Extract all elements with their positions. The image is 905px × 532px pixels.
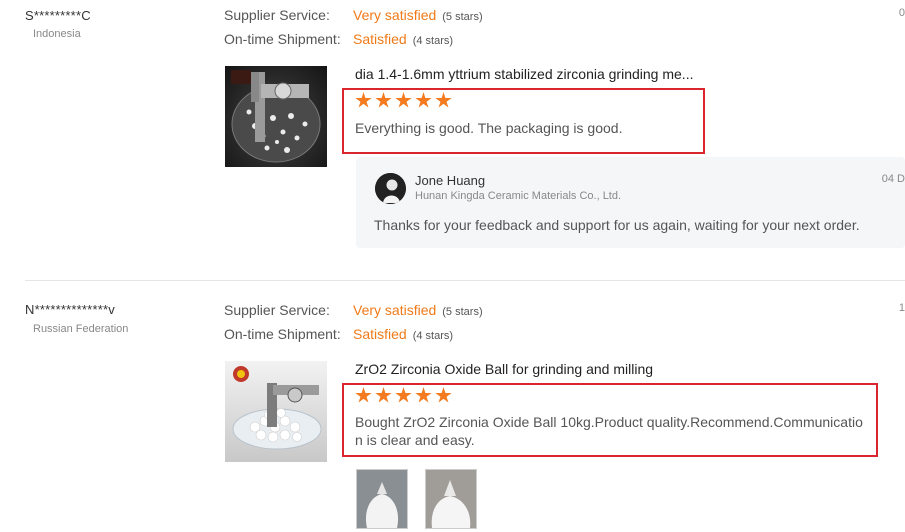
ontime-shipment-stars: (4 stars) bbox=[412, 35, 454, 47]
star-icon bbox=[355, 92, 372, 108]
supplier-service-rating: Very satisfied (5 stars) bbox=[353, 7, 483, 23]
supplier-service-label: Supplier Service: bbox=[224, 7, 330, 23]
product-title-link[interactable]: dia 1.4-1.6mm yttrium stabilized zirconi… bbox=[355, 66, 693, 82]
review-date: 0 bbox=[898, 7, 905, 19]
supplier-service-stars: (5 stars) bbox=[442, 306, 483, 318]
star-icon bbox=[435, 387, 452, 403]
product-title-link[interactable]: ZrO2 Zirconia Oxide Ball for grinding an… bbox=[355, 361, 653, 377]
buyer-country: Indonesia bbox=[33, 28, 81, 40]
star-icon bbox=[395, 92, 412, 108]
ontime-shipment-value: Satisfied bbox=[353, 31, 407, 47]
star-icon bbox=[415, 387, 432, 403]
product-image-zirconia-beads bbox=[231, 70, 321, 163]
supplier-service-value: Very satisfied bbox=[353, 7, 437, 23]
review-item: S*********C Indonesia Supplier Service: … bbox=[0, 0, 905, 280]
ontime-shipment-rating: Satisfied (4 stars) bbox=[353, 31, 453, 47]
reply-author-name: Jone Huang bbox=[415, 173, 486, 188]
avatar-image bbox=[375, 173, 406, 204]
review-photo[interactable] bbox=[425, 469, 477, 529]
buyer-name: N**************v bbox=[25, 302, 115, 317]
review-text: Everything is good. The packaging is goo… bbox=[355, 120, 623, 136]
supplier-service-stars: (5 stars) bbox=[442, 11, 483, 23]
review-star-rating bbox=[355, 92, 452, 109]
review-text-line: Bought ZrO2 Zirconia Oxide Ball 10kg.Pro… bbox=[355, 414, 863, 430]
star-icon bbox=[375, 92, 392, 108]
review-photo-image bbox=[426, 470, 476, 528]
ontime-shipment-value: Satisfied bbox=[353, 326, 407, 342]
star-icon bbox=[355, 387, 372, 403]
ontime-shipment-label: On-time Shipment: bbox=[224, 326, 341, 342]
supplier-service-value: Very satisfied bbox=[353, 302, 437, 318]
buyer-name: S*********C bbox=[25, 8, 91, 23]
reply-company: Hunan Kingda Ceramic Materials Co., Ltd. bbox=[415, 190, 622, 202]
ontime-shipment-label: On-time Shipment: bbox=[224, 31, 341, 47]
buyer-country: Russian Federation bbox=[33, 323, 129, 335]
review-star-rating bbox=[355, 387, 452, 404]
supplier-service-label: Supplier Service: bbox=[224, 302, 330, 318]
review-text: Bought ZrO2 Zirconia Oxide Ball 10kg.Pro… bbox=[355, 413, 863, 449]
star-icon bbox=[415, 92, 432, 108]
product-thumbnail[interactable] bbox=[225, 361, 327, 462]
review-photo-image bbox=[357, 470, 407, 528]
product-image-zirconia-balls bbox=[232, 366, 322, 450]
ontime-shipment-stars: (4 stars) bbox=[412, 330, 454, 342]
avatar bbox=[375, 173, 406, 204]
review-photo[interactable] bbox=[356, 469, 408, 529]
review-text-line: n is clear and easy. bbox=[355, 432, 475, 448]
reply-date: 04 D bbox=[881, 173, 905, 185]
review-date: 1 bbox=[898, 302, 905, 314]
product-thumbnail[interactable] bbox=[225, 66, 327, 167]
ontime-shipment-rating: Satisfied (4 stars) bbox=[353, 326, 453, 342]
reply-text: Thanks for your feedback and support for… bbox=[374, 217, 860, 233]
star-icon bbox=[435, 92, 452, 108]
star-icon bbox=[395, 387, 412, 403]
supplier-reply: Jone Huang Hunan Kingda Ceramic Material… bbox=[356, 157, 905, 248]
supplier-service-rating: Very satisfied (5 stars) bbox=[353, 302, 483, 318]
star-icon bbox=[375, 387, 392, 403]
